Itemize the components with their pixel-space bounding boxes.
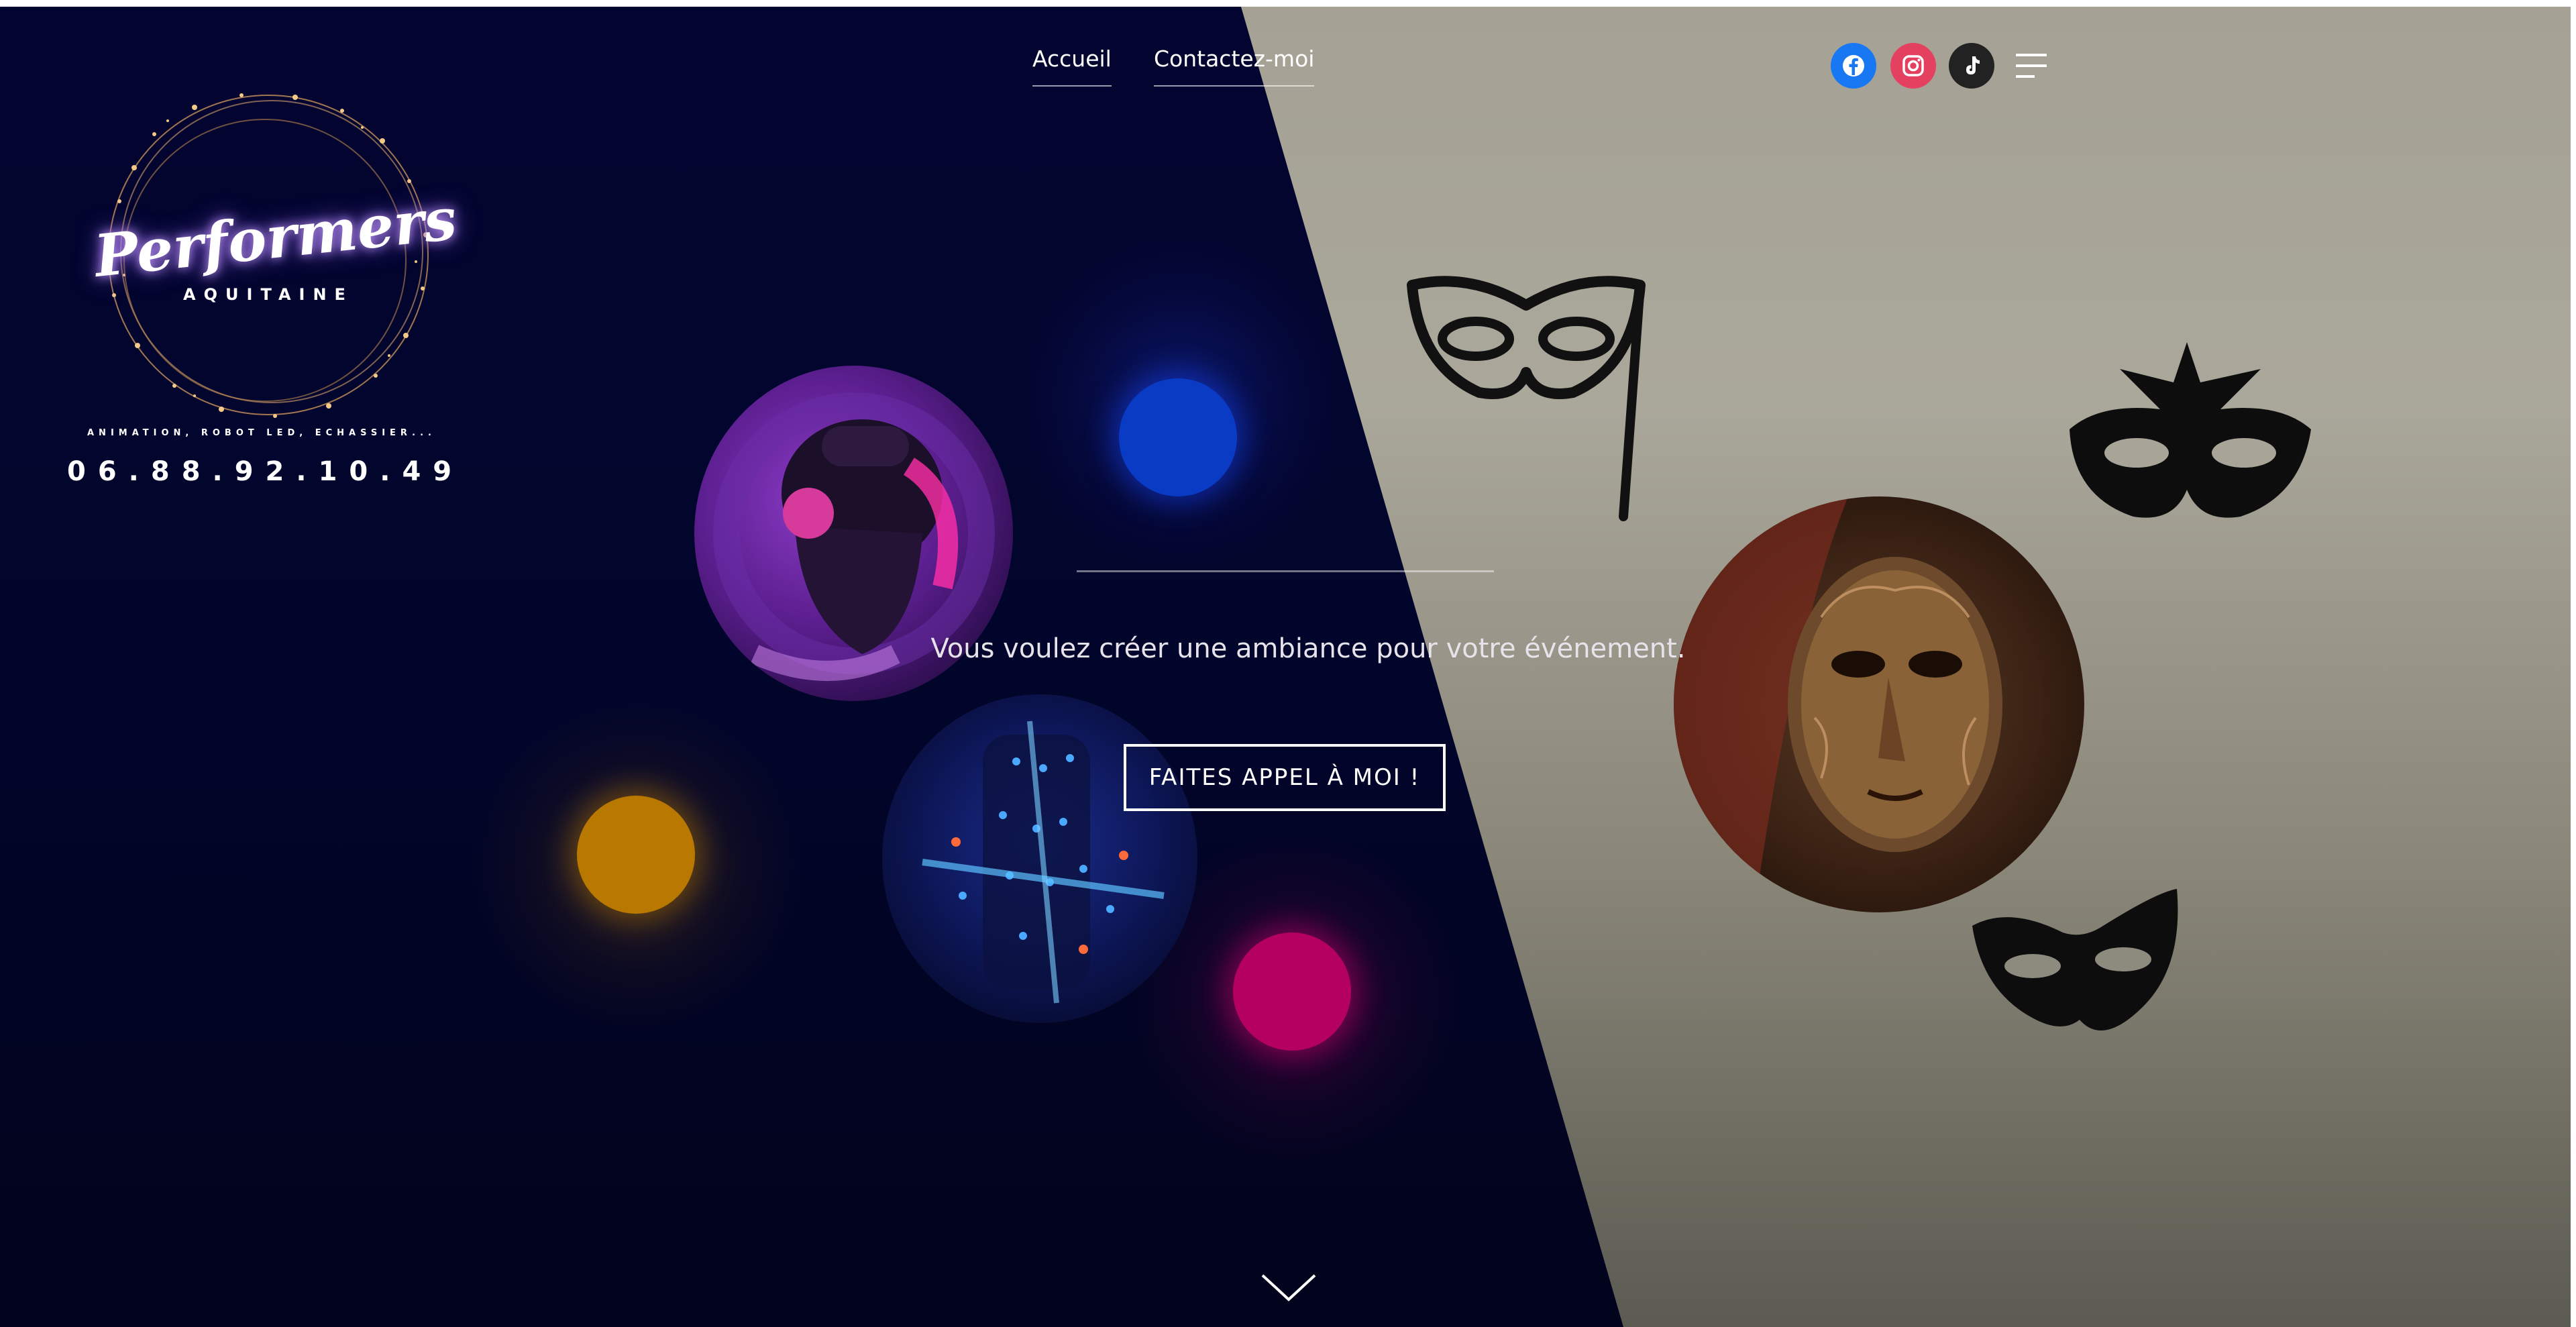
stick-mask-icon (1407, 276, 1646, 521)
blue-dot (1119, 378, 1237, 496)
hero-divider (1077, 570, 1494, 572)
hamburger-menu-icon[interactable] (2016, 52, 2049, 79)
phone-number: 06.88.92.10.49 (67, 456, 464, 487)
nav-link-accueil[interactable]: Accueil (1032, 46, 1112, 87)
jester-mask-icon (2070, 342, 2311, 518)
nav-link-contactez-moi[interactable]: Contactez-moi (1154, 46, 1315, 87)
chevron-down-icon[interactable] (1260, 1271, 1318, 1304)
hero-headline: Vous voulez créer une ambiance pour votr… (930, 633, 1686, 664)
facebook-icon[interactable] (1831, 43, 1876, 89)
magenta-dot (1233, 933, 1351, 1051)
hero-section: Performers AQUITAINE ANIMATION, ROBOT LE… (0, 7, 2571, 1327)
logo-subtitle: AQUITAINE (183, 285, 354, 304)
instagram-icon[interactable] (1890, 43, 1936, 89)
venetian-mask-photo (1674, 496, 2084, 912)
orange-dot (577, 796, 695, 914)
tiktok-icon[interactable] (1949, 43, 1994, 89)
performers-logo[interactable]: Performers AQUITAINE (91, 81, 460, 429)
cat-mask-icon (1972, 889, 2178, 1030)
logo-tagline: ANIMATION, ROBOT LED, ECHASSIER... (87, 428, 436, 438)
cta-button[interactable]: FAITES APPEL À MOI ! (1124, 744, 1446, 811)
